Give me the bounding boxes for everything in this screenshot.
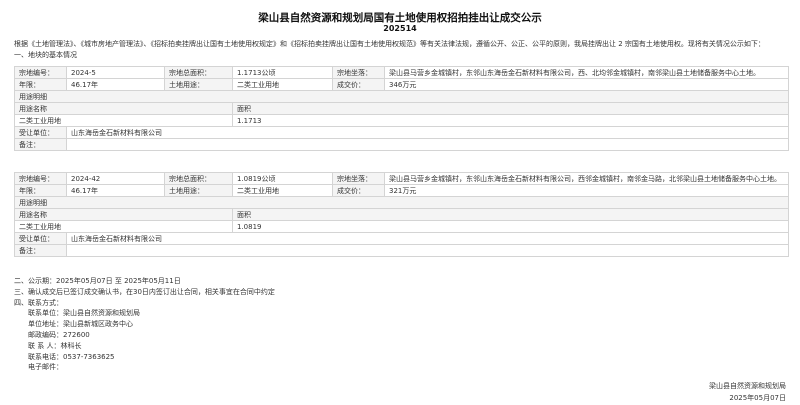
use-details-heading: 用途明细 xyxy=(14,196,789,209)
use-name-value: 二类工业用地 xyxy=(14,220,233,233)
contact-heading: 四、联系方式： xyxy=(14,298,63,307)
contact-postcode: 邮政编码：272600 xyxy=(28,330,90,339)
contract-note: 三、确认成交后已签订成交确认书，在30日内签订出让合同，相关事宜在合同中约定 xyxy=(14,287,275,296)
use-details-heading: 用途明细 xyxy=(14,90,789,103)
term-label: 年限： xyxy=(14,184,67,197)
location-label: 宗地坐落： xyxy=(332,172,385,185)
location-label: 宗地坐落： xyxy=(332,66,385,79)
signature-date: 2025年05月07日 xyxy=(729,394,786,402)
page-title: 梁山县自然资源和规划局国有土地使用权招拍挂出让成交公示 xyxy=(258,12,542,24)
table-row: 用途明细 xyxy=(14,196,789,209)
table-row: 用途名称 面积 xyxy=(14,102,789,115)
sub-area-value: 1.0819 xyxy=(232,220,789,233)
remark-value xyxy=(66,244,789,257)
table-row: 受让单位： 山东海岳金石新材料有限公司 xyxy=(14,232,789,245)
parcel-no-value: 2024-5 xyxy=(66,66,165,79)
price-value: 321万元 xyxy=(384,184,789,197)
use-label: 土地用途： xyxy=(164,78,233,91)
announcement-page: 梁山县自然资源和规划局国有土地使用权招拍挂出让成交公示 202514 根据《土地… xyxy=(0,0,800,405)
winner-label: 受让单位： xyxy=(14,232,67,245)
use-name-value: 二类工业用地 xyxy=(14,114,233,127)
table-row: 备注： xyxy=(14,138,789,151)
intro-paragraph: 根据《土地管理法》、《城市房地产管理法》、《招标拍卖挂牌出让国有土地使用权规定》… xyxy=(14,40,765,48)
table-row: 年限： 46.17年 土地用途： 二类工业用地 成交价： 321万元 xyxy=(14,184,789,197)
winner-value: 山东海岳金石新材料有限公司 xyxy=(66,126,789,139)
term-label: 年限： xyxy=(14,78,67,91)
contact-phone: 联系电话：0537-7363625 xyxy=(28,352,115,361)
intro-section: 根据《土地管理法》、《城市房地产管理法》、《招标拍卖挂牌出让国有土地使用权规定》… xyxy=(14,39,784,61)
area-label: 宗地总面积： xyxy=(164,66,233,79)
table-row: 宗地编号： 2024-5 宗地总面积： 1.1713公顷 宗地坐落： 梁山县马营… xyxy=(14,66,789,79)
contact-unit: 联系单位：梁山县自然资源和规划局 xyxy=(28,309,140,318)
table-row: 用途明细 xyxy=(14,90,789,103)
signature-org: 梁山县自然资源和规划局 xyxy=(709,382,786,390)
contact-address: 单位地址：梁山县新城区政务中心 xyxy=(28,320,133,329)
area-value: 1.0819公顷 xyxy=(232,172,333,185)
sub-area-header: 面积 xyxy=(232,208,789,221)
use-value: 二类工业用地 xyxy=(232,78,333,91)
price-value: 346万元 xyxy=(384,78,789,91)
location-value: 梁山县马营乡金城镇村，东邻山东海岳金石新材料有限公司，西、北均邻金城镇村，南邻梁… xyxy=(384,66,789,79)
table-row: 备注： xyxy=(14,244,789,257)
location-value: 梁山县马营乡金城镇村，东邻山东海岳金石新材料有限公司，西邻金城镇村，南邻金马路，… xyxy=(384,172,789,185)
winner-label: 受让单位： xyxy=(14,126,67,139)
contact-person: 联 系 人：林科长 xyxy=(28,341,82,350)
table-row: 宗地编号： 2024-42 宗地总面积： 1.0819公顷 宗地坐落： 梁山县马… xyxy=(14,172,789,185)
term-value: 46.17年 xyxy=(66,78,165,91)
signature-block: 梁山县自然资源和规划局 2025年05月07日 xyxy=(709,380,786,404)
winner-value: 山东海岳金石新材料有限公司 xyxy=(66,232,789,245)
contact-email: 电子邮件： xyxy=(28,363,63,372)
remark-value xyxy=(66,138,789,151)
use-name-header: 用途名称 xyxy=(14,102,233,115)
footer-section: 二、公示期：2025年05月07日 至 2025年05月11日 三、确认成交后已… xyxy=(14,276,275,373)
area-value: 1.1713公顷 xyxy=(232,66,333,79)
remark-label: 备注： xyxy=(14,244,67,257)
sub-area-value: 1.1713 xyxy=(232,114,789,127)
sub-area-header: 面积 xyxy=(232,102,789,115)
table-row: 二类工业用地 1.0819 xyxy=(14,220,789,233)
term-value: 46.17年 xyxy=(66,184,165,197)
table-row: 二类工业用地 1.1713 xyxy=(14,114,789,127)
price-label: 成交价： xyxy=(332,184,385,197)
publicity-period: 二、公示期：2025年05月07日 至 2025年05月11日 xyxy=(14,277,181,285)
parcel-no-label: 宗地编号： xyxy=(14,66,67,79)
announcement-number: 202514 xyxy=(383,24,417,33)
use-label: 土地用途： xyxy=(164,184,233,197)
parcel-no-label: 宗地编号： xyxy=(14,172,67,185)
price-label: 成交价： xyxy=(332,78,385,91)
use-value: 二类工业用地 xyxy=(232,184,333,197)
use-name-header: 用途名称 xyxy=(14,208,233,221)
section-heading-parcel-info: 一、地块的基本情况 xyxy=(14,51,77,59)
parcel-table-1: 宗地编号： 2024-5 宗地总面积： 1.1713公顷 宗地坐落： 梁山县马营… xyxy=(14,66,789,151)
parcel-table-2: 宗地编号： 2024-42 宗地总面积： 1.0819公顷 宗地坐落： 梁山县马… xyxy=(14,172,789,257)
table-row: 年限： 46.17年 土地用途： 二类工业用地 成交价： 346万元 xyxy=(14,78,789,91)
parcel-no-value: 2024-42 xyxy=(66,172,165,185)
table-row: 受让单位： 山东海岳金石新材料有限公司 xyxy=(14,126,789,139)
remark-label: 备注： xyxy=(14,138,67,151)
area-label: 宗地总面积： xyxy=(164,172,233,185)
table-row: 用途名称 面积 xyxy=(14,208,789,221)
